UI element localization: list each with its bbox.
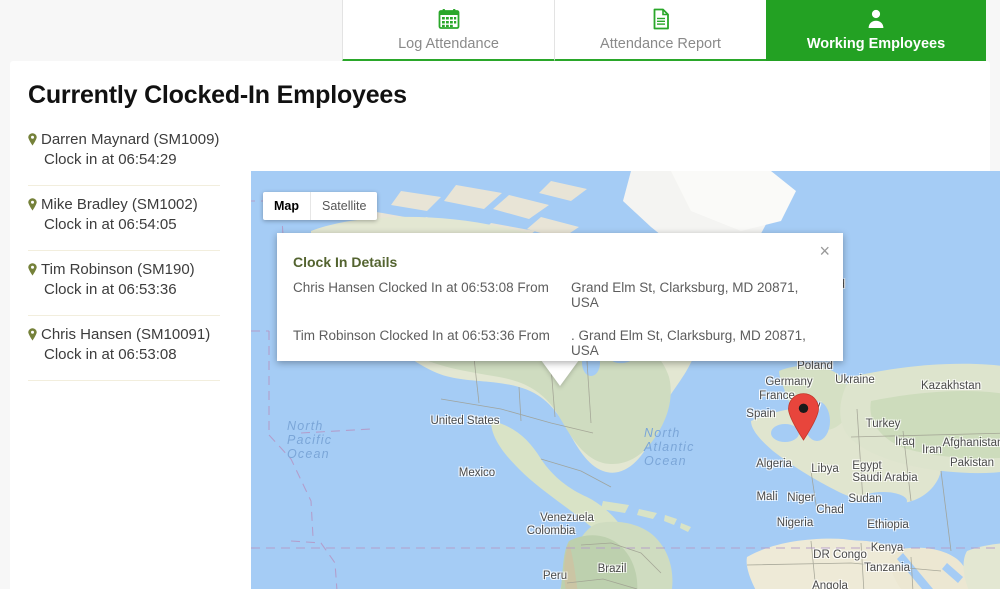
map-country-label: Nigeria bbox=[776, 517, 814, 529]
popup-title: Clock In Details bbox=[293, 254, 398, 270]
employee-entry: Tim Robinson (SM190) Clock in at 06:53:3… bbox=[28, 260, 220, 299]
tab-label: Working Employees bbox=[806, 36, 946, 52]
user-icon bbox=[864, 5, 888, 33]
document-icon bbox=[649, 5, 673, 33]
map-country-label: Germany bbox=[765, 376, 813, 388]
map-country-label: Kazakhstan bbox=[920, 380, 982, 392]
list-item[interactable]: Darren Maynard (SM1009) Clock in at 06:5… bbox=[28, 121, 220, 186]
map-country-label: Tanzania bbox=[863, 562, 911, 574]
app-root: Log Attendance Attendance Report Working… bbox=[0, 0, 1000, 589]
map-country-label: Colombia bbox=[526, 525, 576, 537]
employee-entry: Darren Maynard (SM1009) Clock in at 06:5… bbox=[28, 130, 220, 169]
list-item[interactable]: Mike Bradley (SM1002) Clock in at 06:54:… bbox=[28, 186, 220, 251]
list-item[interactable]: Chris Hansen (SM10091) Clock in at 06:53… bbox=[28, 316, 220, 381]
map-type-satellite-button[interactable]: Satellite bbox=[310, 192, 377, 220]
map-country-label: Sudan bbox=[848, 493, 882, 505]
popup-row: Tim Robinson Clocked In at 06:53:36 From… bbox=[293, 328, 828, 358]
page-title: Currently Clocked-In Employees bbox=[28, 81, 407, 109]
employee-entry-text: Tim Robinson (SM190) Clock in at 06:53:3… bbox=[41, 261, 195, 298]
clock-in-address: . Grand Elm St, Clarksburg, MD 20871, US… bbox=[571, 328, 806, 358]
tab-log-attendance[interactable]: Log Attendance bbox=[342, 0, 554, 62]
map-country-label: Iran bbox=[922, 444, 942, 456]
map-pin-icon bbox=[28, 197, 37, 212]
list-item[interactable]: Tim Robinson (SM190) Clock in at 06:53:3… bbox=[28, 251, 220, 316]
tab-working-employees[interactable]: Working Employees bbox=[766, 0, 986, 62]
tab-attendance-report[interactable]: Attendance Report bbox=[554, 0, 766, 62]
clock-in-address: Grand Elm St, Clarksburg, MD 20871, USA bbox=[571, 280, 799, 310]
map-country-label: Peru bbox=[542, 570, 568, 582]
map-country-label: Pakistan bbox=[949, 457, 995, 469]
popup-row: Chris Hansen Clocked In at 06:53:08 From… bbox=[293, 280, 828, 310]
employee-entry-text: Chris Hansen (SM10091) Clock in at 06:53… bbox=[41, 326, 211, 363]
tab-label: Attendance Report bbox=[600, 36, 721, 52]
tab-label: Log Attendance bbox=[398, 36, 499, 52]
map-marker[interactable] bbox=[787, 393, 820, 446]
map-country-label: Libya bbox=[811, 463, 839, 475]
map-country-label: Venezuela bbox=[540, 512, 594, 524]
employee-entry: Mike Bradley (SM1002) Clock in at 06:54:… bbox=[28, 195, 220, 234]
map-country-label: Niger bbox=[787, 492, 815, 504]
map-country-label: Saudi Arabia bbox=[852, 472, 918, 484]
employee-entry: Chris Hansen (SM10091) Clock in at 06:53… bbox=[28, 325, 220, 364]
map-pin-icon bbox=[28, 327, 37, 342]
clock-in-who: Tim Robinson Clocked In at 06:53:36 From bbox=[293, 328, 550, 343]
map-country-label: Afghanistan bbox=[942, 437, 1000, 449]
map-country-label: Brazil bbox=[597, 563, 627, 575]
map-country-label: Turkey bbox=[865, 418, 901, 430]
map-country-label: Iraq bbox=[895, 436, 915, 448]
map-country-label: Ukraine bbox=[835, 374, 875, 386]
clock-in-details-popup: × Clock In Details Chris Hansen Clocked … bbox=[277, 233, 843, 361]
map-country-label: Egypt bbox=[852, 460, 882, 472]
employee-entry-text: Darren Maynard (SM1009) Clock in at 06:5… bbox=[41, 131, 220, 168]
clocked-in-employee-list: Darren Maynard (SM1009) Clock in at 06:5… bbox=[28, 121, 220, 381]
map-type-control[interactable]: Map Satellite bbox=[263, 192, 378, 220]
clock-in-who: Chris Hansen Clocked In at 06:53:08 From bbox=[293, 280, 549, 295]
tab-bar: Log Attendance Attendance Report Working… bbox=[0, 0, 1000, 62]
map-country-label: Mexico bbox=[458, 467, 496, 479]
map-country-label: United States bbox=[430, 415, 500, 427]
popup-rows: Chris Hansen Clocked In at 06:53:08 From… bbox=[293, 280, 828, 376]
map-country-label: Algeria bbox=[756, 458, 792, 470]
map-pin-icon bbox=[28, 132, 37, 147]
employee-entry-text: Mike Bradley (SM1002) Clock in at 06:54:… bbox=[41, 196, 198, 233]
google-map[interactable]: NorthPacificOcean NorthAtlanticOcean Sou… bbox=[251, 171, 1000, 589]
map-ocean-label: North Atlantic Ocean bbox=[644, 426, 695, 468]
map-country-label: Kenya bbox=[870, 542, 904, 554]
map-country-label: Angola bbox=[812, 580, 848, 589]
map-country-label: Ethiopia bbox=[867, 519, 909, 531]
map-country-label: Chad bbox=[816, 504, 844, 516]
close-icon[interactable]: × bbox=[819, 242, 830, 260]
map-country-label: DR Congo bbox=[813, 549, 867, 561]
map-ocean-label: North Pacific Ocean bbox=[287, 419, 333, 461]
map-country-label: Spain bbox=[746, 408, 776, 420]
calendar-icon bbox=[437, 5, 461, 33]
map-country-label: Mali bbox=[756, 491, 778, 503]
map-pin-icon bbox=[28, 262, 37, 277]
map-type-map-button[interactable]: Map bbox=[263, 192, 310, 220]
content-panel: Currently Clocked-In Employees Darren Ma… bbox=[10, 61, 1000, 589]
